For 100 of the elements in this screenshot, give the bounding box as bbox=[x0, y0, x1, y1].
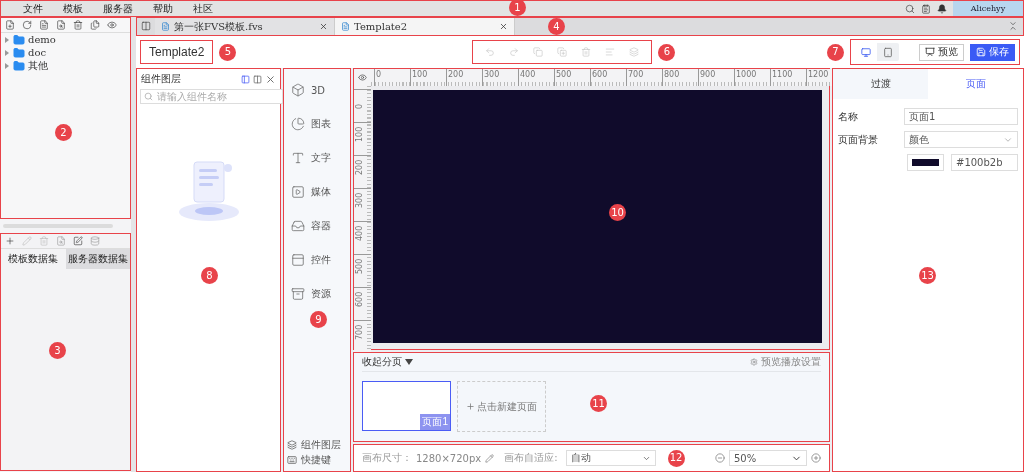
menu-item[interactable]: 模板 bbox=[53, 1, 93, 16]
collapse-pages-button[interactable]: 收起分页 bbox=[362, 355, 413, 369]
ruler-label: 0 bbox=[374, 69, 410, 86]
background-select[interactable]: 颜色 bbox=[904, 131, 1018, 148]
tablet-icon bbox=[883, 46, 893, 58]
close-icon[interactable] bbox=[265, 73, 276, 85]
ruler-label: 200 bbox=[355, 159, 364, 175]
save-button[interactable]: 保存 bbox=[970, 43, 1015, 61]
name-field[interactable]: 页面1 bbox=[904, 108, 1018, 125]
ruler-label: 1000 bbox=[734, 69, 770, 86]
dataset-tab[interactable]: 服务器数据集 bbox=[65, 249, 130, 269]
folder-name[interactable]: 其他 bbox=[28, 58, 48, 73]
file-search-icon[interactable] bbox=[56, 236, 66, 246]
panel-icon[interactable] bbox=[141, 21, 151, 31]
properties-tab[interactable]: 过渡 bbox=[833, 69, 928, 99]
folder-icon bbox=[13, 59, 25, 72]
expand-arrow-icon[interactable] bbox=[4, 62, 10, 69]
ruler-label: 1100 bbox=[770, 69, 806, 86]
layers-icon bbox=[287, 439, 297, 450]
palette-item[interactable]: 图表 bbox=[284, 107, 350, 141]
ruler-label: 300 bbox=[482, 69, 518, 86]
user-name[interactable]: Alicehyy bbox=[953, 1, 1023, 16]
callout-badge: 2 bbox=[55, 124, 72, 141]
refresh-icon[interactable] bbox=[22, 20, 32, 30]
ruler-label: 700 bbox=[626, 69, 662, 86]
callout-badge: 3 bbox=[49, 342, 66, 359]
ruler-label: 0 bbox=[355, 103, 364, 109]
menu-item[interactable]: 社区 bbox=[183, 1, 223, 16]
trash-icon[interactable] bbox=[73, 20, 83, 30]
folder-name[interactable]: doc bbox=[28, 47, 47, 58]
panel-title: 组件图层 bbox=[141, 72, 182, 86]
close-icon[interactable] bbox=[319, 22, 328, 31]
callout-badge: 7 bbox=[827, 43, 844, 61]
search-icon bbox=[144, 92, 153, 101]
callout-badge: 8 bbox=[201, 267, 218, 284]
eye-icon[interactable] bbox=[107, 20, 117, 30]
new-file-icon[interactable] bbox=[5, 20, 15, 30]
device-button[interactable] bbox=[855, 43, 877, 61]
inbox-icon bbox=[291, 219, 305, 233]
callout-badge: 1 bbox=[509, 0, 526, 16]
search-icon[interactable] bbox=[905, 3, 915, 14]
menu-item[interactable]: 服务器 bbox=[93, 1, 143, 16]
fit-select[interactable]: 自动 bbox=[565, 450, 656, 466]
menu-item[interactable]: 文件 bbox=[13, 1, 53, 16]
add-icon[interactable] bbox=[5, 236, 15, 246]
fit-label: 画布自适应: bbox=[504, 451, 558, 465]
ruler-label: 100 bbox=[355, 126, 364, 142]
palette-item[interactable]: 控件 bbox=[284, 243, 350, 277]
palette-item[interactable]: 3D bbox=[284, 73, 350, 107]
pencil-icon[interactable] bbox=[485, 453, 495, 463]
field-label: 页面背景 bbox=[838, 132, 879, 147]
folder-icon bbox=[13, 46, 25, 59]
ruler-label: 800 bbox=[662, 69, 698, 86]
file-search-icon[interactable] bbox=[56, 20, 66, 30]
notepad-icon[interactable] bbox=[921, 3, 931, 14]
file-tab[interactable]: Template2 bbox=[335, 18, 515, 35]
palette-footer-item[interactable]: 组件图层 bbox=[284, 437, 344, 452]
document-icon[interactable] bbox=[39, 20, 49, 30]
preview-button[interactable]: 预览 bbox=[919, 43, 964, 61]
expand-arrow-icon[interactable] bbox=[4, 36, 10, 43]
callout-badge: 4 bbox=[548, 18, 565, 35]
ruler-label: 500 bbox=[554, 69, 590, 86]
folder-name[interactable]: demo bbox=[28, 34, 56, 45]
menu-item[interactable]: 帮助 bbox=[143, 1, 183, 16]
zoom-in-icon[interactable] bbox=[811, 453, 821, 463]
ruler-label: 100 bbox=[410, 69, 446, 86]
palette-item[interactable]: 容器 bbox=[284, 209, 350, 243]
canvas-size-label: 画布尺寸： bbox=[362, 451, 412, 465]
callout-badge: 6 bbox=[658, 43, 676, 61]
copy-icon[interactable] bbox=[90, 20, 100, 30]
eye-icon[interactable] bbox=[358, 73, 367, 82]
callout-badge: 12 bbox=[667, 449, 685, 467]
zoom-out-icon[interactable] bbox=[715, 453, 725, 463]
ruler-label: 600 bbox=[355, 291, 364, 307]
ruler-label: 200 bbox=[446, 69, 482, 86]
panel-icon[interactable] bbox=[241, 74, 250, 84]
video-icon bbox=[291, 185, 305, 199]
close-icon[interactable] bbox=[499, 22, 508, 31]
edit-icon[interactable] bbox=[73, 236, 83, 246]
ruler-label: 600 bbox=[590, 69, 626, 86]
add-page-button[interactable]: 点击新建页面 bbox=[457, 381, 546, 432]
palette-footer-item[interactable]: 快捷键 bbox=[284, 452, 334, 467]
palette-item[interactable]: 媒体 bbox=[284, 175, 350, 209]
palette-item[interactable]: 资源 bbox=[284, 277, 350, 311]
text-icon bbox=[291, 151, 305, 165]
settings-icon bbox=[750, 358, 758, 366]
color-field[interactable]: #100b2b bbox=[951, 154, 1018, 171]
file-icon bbox=[161, 22, 170, 31]
search-field[interactable]: 请输入组件名称 bbox=[140, 89, 283, 104]
canvas-size: 1280×720px bbox=[416, 452, 482, 464]
bell-icon[interactable] bbox=[937, 3, 947, 14]
palette-item[interactable]: 文字 bbox=[284, 141, 350, 175]
database-icon[interactable] bbox=[90, 236, 100, 246]
expand-arrow-icon[interactable] bbox=[4, 49, 10, 56]
cube-icon bbox=[291, 83, 305, 97]
file-tab[interactable]: 第一张FVS模板.fvs bbox=[155, 18, 335, 35]
playback-settings-button[interactable]: 预览播放设置 bbox=[750, 355, 821, 369]
columns-icon[interactable] bbox=[253, 74, 262, 84]
zoom-select[interactable]: 50% bbox=[729, 450, 807, 466]
tab-menu-icon[interactable] bbox=[1008, 21, 1018, 31]
